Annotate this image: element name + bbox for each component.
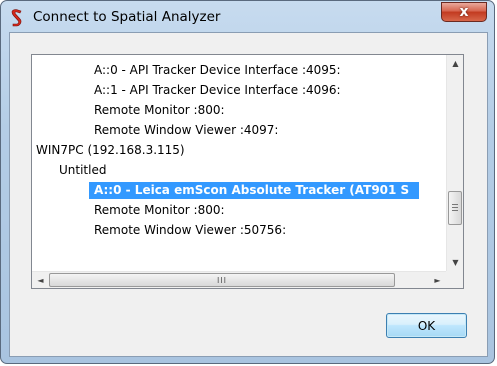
connect-dialog: Connect to Spatial Analyzer x A::0 - API…	[0, 0, 495, 364]
tree-item-remote-monitor-800[interactable]: Remote Monitor :800:	[94, 102, 225, 119]
server-tree-list[interactable]: A::0 - API Tracker Device Interface :409…	[31, 54, 464, 289]
ok-button[interactable]: OK	[386, 313, 467, 338]
scroll-grip-icon: III	[216, 275, 228, 285]
title-bar[interactable]: Connect to Spatial Analyzer x	[1, 1, 494, 33]
scroll-up-arrow-icon[interactable]: ▲	[447, 55, 463, 72]
scroll-down-arrow-icon[interactable]: ▼	[447, 254, 463, 271]
close-button[interactable]: x	[441, 2, 487, 22]
close-icon: x	[459, 4, 469, 20]
tree-item-win7pc-host[interactable]: WIN7PC (192.168.3.115)	[36, 142, 185, 159]
scroll-left-arrow-icon[interactable]: ◄	[32, 272, 49, 288]
horizontal-scroll-thumb[interactable]: III	[49, 273, 395, 287]
tree-item-remote-monitor-800-b[interactable]: Remote Monitor :800:	[94, 202, 225, 219]
tree-item-leica-emscon-tracker[interactable]: A::0 - Leica emScon Absolute Tracker (AT…	[89, 182, 420, 199]
spatial-analyzer-logo-icon	[11, 9, 22, 27]
tree-item-untitled[interactable]: Untitled	[59, 162, 106, 179]
tree-item-remote-window-viewer-4097[interactable]: Remote Window Viewer :4097:	[94, 122, 278, 139]
tree-viewport: A::0 - API Tracker Device Interface :409…	[32, 55, 446, 271]
tree-item-remote-window-viewer-50756[interactable]: Remote Window Viewer :50756:	[94, 222, 286, 239]
vertical-scrollbar[interactable]: ▲ ▼	[446, 55, 463, 271]
window-title: Connect to Spatial Analyzer	[33, 9, 221, 25]
tree-item-api-tracker-4096[interactable]: A::1 - API Tracker Device Interface :409…	[94, 82, 341, 99]
scroll-right-arrow-icon[interactable]: ►	[429, 272, 446, 288]
vertical-scroll-thumb[interactable]	[448, 191, 462, 225]
horizontal-scrollbar[interactable]: ◄ III ►	[32, 271, 446, 288]
scrollbar-corner	[446, 271, 463, 288]
tree-item-api-tracker-4095[interactable]: A::0 - API Tracker Device Interface :409…	[94, 62, 341, 79]
dialog-client-area: A::0 - API Tracker Device Interface :409…	[9, 32, 488, 357]
